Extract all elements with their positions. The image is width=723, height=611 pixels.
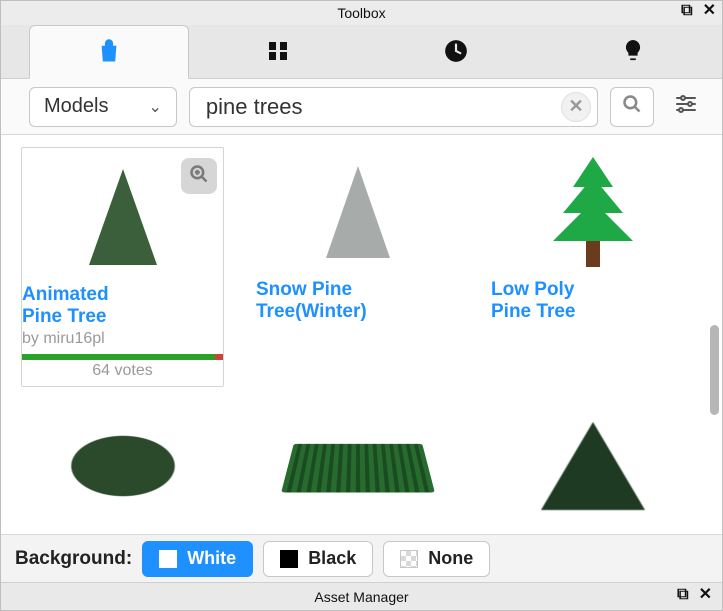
white-swatch-icon — [159, 550, 177, 568]
background-option-label: Black — [308, 548, 356, 569]
search-icon — [622, 94, 642, 119]
undock-icon[interactable]: ⧉ — [677, 587, 688, 603]
sliders-icon — [674, 92, 698, 121]
asset-card[interactable]: Snow Pine Tree(Winter) — [256, 147, 459, 387]
grid-icon — [266, 39, 290, 63]
tab-creations[interactable] — [544, 24, 722, 78]
chevron-down-icon: ⌄ — [148, 97, 161, 117]
background-row: Background: White Black None — [1, 534, 722, 582]
asset-title: Pine Tree (with... — [21, 533, 224, 534]
results-grid[interactable]: Animated Pine Tree by miru16pl 64 votes … — [1, 135, 722, 534]
background-option-label: White — [187, 548, 236, 569]
clear-search-button[interactable]: ✕ — [561, 92, 591, 122]
background-white-button[interactable]: White — [142, 541, 253, 577]
search-toolbar: Models ⌄ ✕ — [1, 79, 722, 135]
filter-button[interactable] — [666, 87, 706, 127]
asset-card[interactable]: Pine Tree (with... — [21, 401, 224, 534]
panel-title: Asset Manager — [314, 589, 408, 605]
close-icon[interactable]: ✕ — [703, 3, 716, 19]
pine-forest-icon — [281, 444, 435, 493]
zoom-in-icon — [189, 164, 209, 189]
category-dropdown-label: Models — [44, 95, 108, 118]
background-black-button[interactable]: Black — [263, 541, 373, 577]
checker-swatch-icon — [400, 550, 418, 568]
asset-votes: 64 votes — [22, 362, 223, 380]
asset-card[interactable]: Pine Tree Mesh — [491, 401, 694, 534]
background-none-button[interactable]: None — [383, 541, 490, 577]
tab-marketplace[interactable] — [29, 25, 189, 79]
pine-tree-icon — [89, 169, 157, 265]
scrollbar-thumb[interactable] — [710, 325, 719, 415]
search-field-wrap: ✕ — [189, 87, 598, 127]
tab-recent[interactable] — [367, 24, 545, 78]
toolbox-panel: Toolbox ⧉ ✕ Mod — [0, 0, 723, 611]
background-option-label: None — [428, 548, 473, 569]
lightbulb-icon — [622, 38, 644, 64]
black-swatch-icon — [280, 550, 298, 568]
pine-tree-icon — [326, 166, 390, 258]
asset-title: Pine Tree forest — [256, 533, 459, 534]
category-dropdown[interactable]: Models ⌄ — [29, 87, 177, 127]
asset-thumbnail — [21, 401, 224, 531]
asset-title: Animated Pine Tree — [22, 284, 223, 328]
undock-icon[interactable]: ⧉ — [681, 3, 692, 19]
shopping-bag-icon — [96, 39, 122, 65]
asset-title: Snow Pine Tree(Winter) — [256, 279, 459, 323]
pine-tree-icon — [541, 422, 645, 510]
pine-tree-icon — [553, 157, 633, 267]
results-area: Animated Pine Tree by miru16pl 64 votes … — [1, 135, 722, 534]
x-circle-icon: ✕ — [568, 96, 583, 117]
asset-thumbnail — [256, 401, 459, 531]
tab-inventory[interactable] — [189, 24, 367, 78]
toolbox-titlebar: Toolbox ⧉ ✕ — [1, 1, 722, 25]
asset-card[interactable]: Low Poly Pine Tree — [491, 147, 694, 387]
asset-author: by miru16pl — [22, 330, 223, 348]
asset-card[interactable]: Animated Pine Tree by miru16pl 64 votes — [21, 147, 224, 387]
close-icon[interactable]: ✕ — [699, 587, 712, 603]
asset-title: Pine Tree Mesh — [491, 533, 694, 534]
asset-thumbnail — [22, 152, 223, 282]
asset-thumbnail — [491, 401, 694, 531]
zoom-button[interactable] — [181, 158, 217, 194]
asset-thumbnail — [491, 147, 694, 277]
background-label: Background: — [15, 548, 132, 570]
search-input[interactable] — [204, 89, 561, 125]
vote-ratio-bar — [22, 354, 223, 360]
pine-tree-icon — [63, 431, 183, 501]
asset-thumbnail — [256, 147, 459, 277]
asset-title: Low Poly Pine Tree — [491, 279, 694, 323]
panel-title: Toolbox — [337, 5, 385, 21]
clock-icon — [443, 38, 469, 64]
tab-strip — [1, 25, 722, 79]
asset-manager-titlebar: Asset Manager ⧉ ✕ — [1, 582, 722, 610]
asset-card[interactable]: Pine Tree forest — [256, 401, 459, 534]
search-button[interactable] — [610, 87, 654, 127]
